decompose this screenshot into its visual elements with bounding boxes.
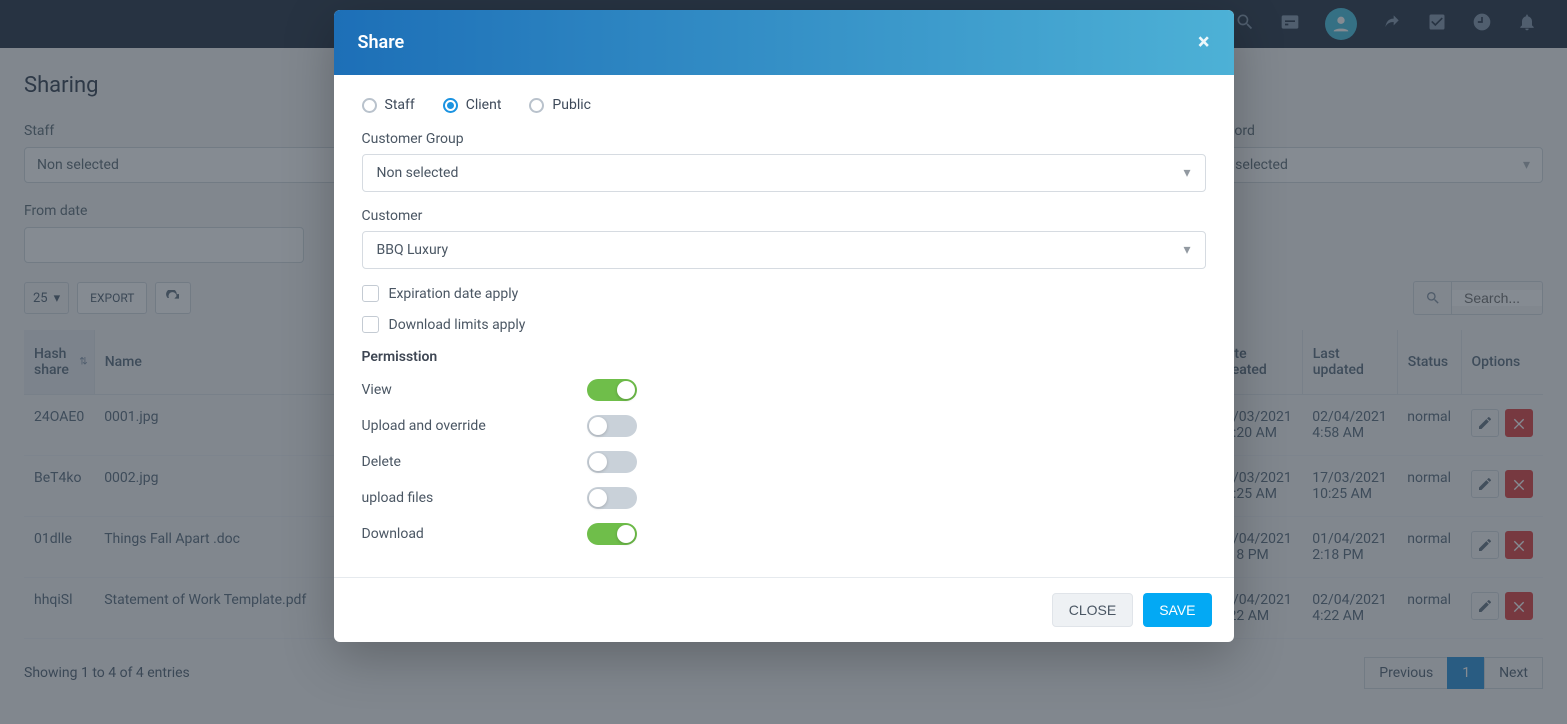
radio-staff[interactable]: Staff [362,97,415,113]
chevron-down-icon: ▾ [1183,242,1190,258]
radio-icon [362,98,377,113]
customer-group-select[interactable]: Non selected ▾ [362,154,1206,192]
radio-public[interactable]: Public [529,97,591,113]
perm-upload-override: Upload and override [362,415,1206,437]
toggle-download[interactable] [587,523,637,545]
customer-select[interactable]: BBQ Luxury ▾ [362,231,1206,269]
toggle-upload-override[interactable] [587,415,637,437]
perm-view: View [362,379,1206,401]
close-icon[interactable]: × [1198,30,1210,55]
toggle-delete[interactable] [587,451,637,473]
modal-title: Share [358,32,405,53]
checkbox-icon [362,285,379,302]
modal-header: Share × [334,10,1234,75]
perm-download: Download [362,523,1206,545]
download-limits-checkbox[interactable]: Download limits apply [362,316,1206,333]
perm-upload-files: upload files [362,487,1206,509]
customer-label: Customer [362,208,1206,224]
expiration-checkbox[interactable]: Expiration date apply [362,285,1206,302]
radio-icon [443,98,458,113]
modal-overlay[interactable]: Share × Staff Client Public Customer [0,0,1567,724]
radio-client[interactable]: Client [443,97,502,113]
checkbox-icon [362,316,379,333]
chevron-down-icon: ▾ [1183,165,1190,181]
toggle-view[interactable] [587,379,637,401]
customer-group-label: Customer Group [362,131,1206,147]
permission-section-title: Permisstion [362,349,1206,365]
perm-delete: Delete [362,451,1206,473]
share-modal: Share × Staff Client Public Customer [334,10,1234,642]
save-button[interactable]: SAVE [1143,593,1211,627]
modal-footer: CLOSE SAVE [334,577,1234,642]
close-button[interactable]: CLOSE [1052,593,1133,627]
share-type-radios: Staff Client Public [362,97,1206,113]
radio-icon [529,98,544,113]
toggle-upload-files[interactable] [587,487,637,509]
